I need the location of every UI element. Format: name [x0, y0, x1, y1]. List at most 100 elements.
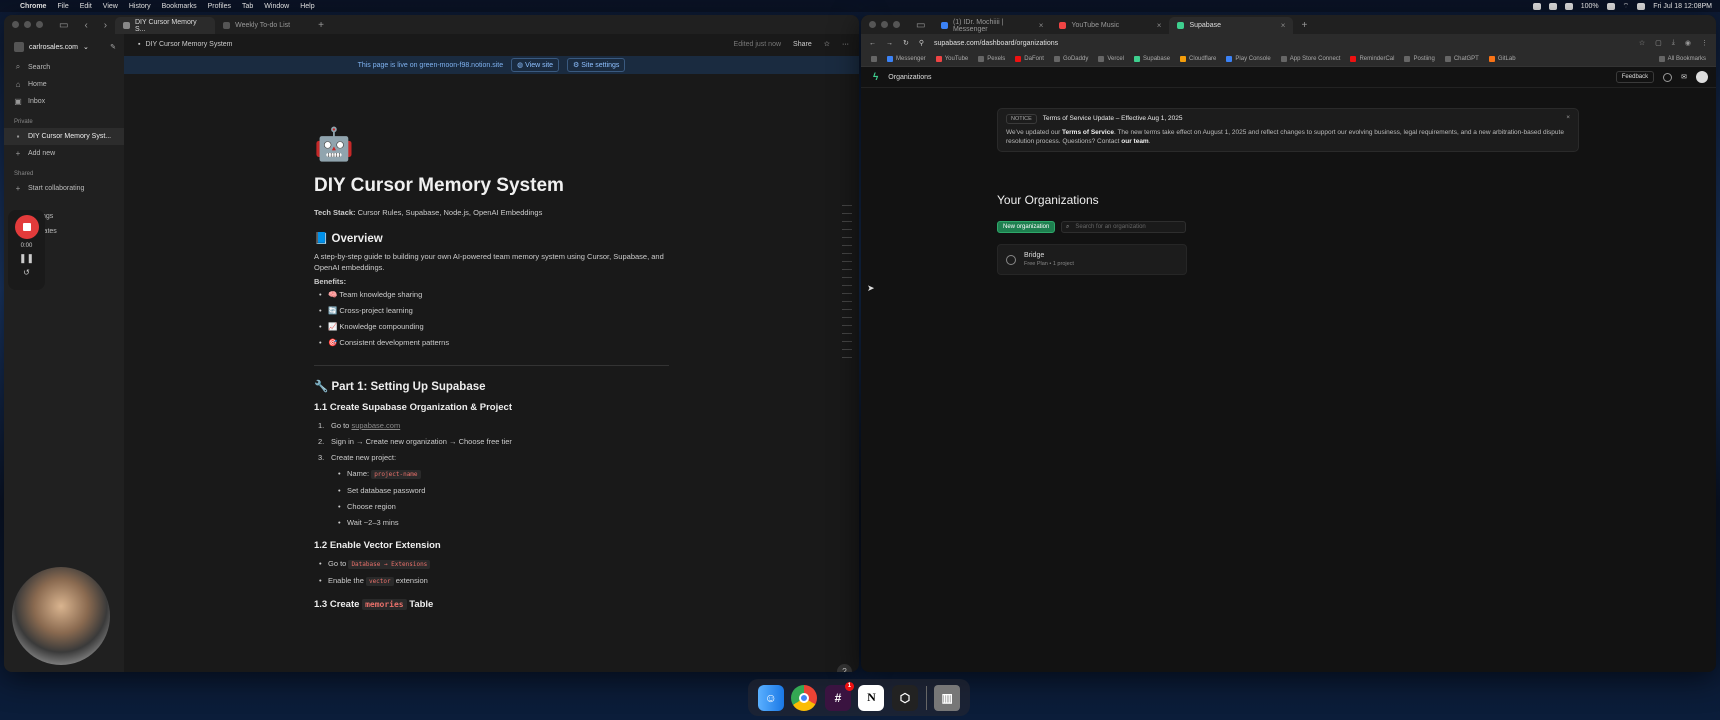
menu-edit[interactable]: Edit	[80, 3, 92, 10]
menu-bookmarks[interactable]: Bookmarks	[162, 3, 197, 10]
workspace-switcher[interactable]: carlrosales.com ⌄ ✎	[4, 34, 124, 58]
list-item[interactable]: 🔄 Cross-project learning	[319, 303, 674, 319]
forward-icon[interactable]: →	[886, 40, 893, 47]
bookmark-item[interactable]: ReminderCal	[1350, 56, 1394, 62]
pause-icon[interactable]: ❚❚	[19, 253, 34, 264]
bookmark-item[interactable]: Play Console	[1226, 56, 1271, 62]
close-tab-icon[interactable]: ×	[1281, 21, 1286, 30]
apps-icon[interactable]	[871, 56, 877, 62]
notification-icon[interactable]	[1548, 2, 1557, 10]
battery-icon[interactable]	[1606, 2, 1615, 10]
sidebar-item-add-new[interactable]: + Add new	[4, 145, 124, 162]
tab-weekly-todo[interactable]: Weekly To-do List	[215, 17, 310, 34]
new-page-icon[interactable]: ✎	[110, 43, 116, 51]
menu-view[interactable]: View	[103, 3, 118, 10]
list-item[interactable]: Enable the vector extension	[319, 573, 674, 590]
maximize-window-button[interactable]	[36, 21, 43, 28]
outline-minimap[interactable]	[842, 205, 852, 365]
heading-1-3[interactable]: 1.3 Create memories Table	[314, 599, 674, 610]
bookmark-item[interactable]: GitLab	[1488, 56, 1516, 62]
contact-team-link[interactable]: our team	[1121, 138, 1148, 145]
new-tab-icon[interactable]: +	[1293, 17, 1315, 34]
bookmark-star-icon[interactable]: ☆	[1639, 39, 1645, 47]
breadcrumb[interactable]: ▪ DIY Cursor Memory System	[138, 41, 232, 48]
dock-finder-icon[interactable]: ☺	[757, 684, 784, 711]
close-window-button[interactable]	[869, 21, 876, 28]
list-item[interactable]: 2. Sign in → Create new organization → Ch…	[318, 434, 674, 450]
dock-notion-icon[interactable]: N	[858, 684, 885, 711]
reload-icon[interactable]: ↻	[903, 39, 909, 47]
sidebar-item-home[interactable]: ⌂ Home	[4, 76, 124, 93]
heading-1-2[interactable]: 1.2 Enable Vector Extension	[314, 540, 674, 551]
bookmark-item[interactable]: ChatGPT	[1444, 56, 1479, 62]
heading-part1[interactable]: 🔧 Part 1: Setting Up Supabase	[314, 379, 674, 393]
site-info-icon[interactable]: ⚲	[919, 39, 924, 47]
dock-chrome-icon[interactable]	[791, 684, 818, 711]
dock-trash-icon[interactable]: ▥	[934, 684, 961, 711]
menu-profiles[interactable]: Profiles	[208, 3, 231, 10]
record-status-icon[interactable]	[1564, 2, 1573, 10]
sidebar-item-inbox[interactable]: ▣ Inbox	[4, 93, 124, 110]
supabase-link[interactable]: supabase.com	[351, 421, 400, 430]
menu-app-name[interactable]: Chrome	[20, 3, 46, 10]
sidebar-item-search[interactable]: ⌕ Search	[4, 58, 124, 76]
page-icon[interactable]: 🤖	[314, 125, 674, 163]
view-site-button[interactable]: ◍ View site	[511, 58, 560, 72]
feedback-button[interactable]: Feedback	[1615, 71, 1655, 83]
forward-icon[interactable]: ›	[96, 17, 115, 34]
close-tab-icon[interactable]: ×	[1157, 21, 1162, 30]
menu-icon[interactable]: ⋮	[1701, 39, 1708, 47]
menu-tab[interactable]: Tab	[242, 3, 253, 10]
back-icon[interactable]: ←	[869, 40, 876, 47]
list-item[interactable]: 📈 Knowledge compounding	[319, 319, 674, 335]
new-tab-icon[interactable]: +	[310, 17, 332, 34]
extensions-icon[interactable]: ▢	[1655, 39, 1662, 47]
profile-icon[interactable]: ◉	[1685, 39, 1691, 47]
stop-recording-button[interactable]	[14, 215, 39, 239]
webcam-bubble[interactable]	[12, 567, 110, 665]
help-icon[interactable]	[1663, 72, 1673, 82]
dock-slack-icon[interactable]: #1	[824, 681, 854, 711]
tab-diy-cursor[interactable]: DIY Cursor Memory S...	[115, 17, 216, 34]
bookmark-item[interactable]: Vercel	[1098, 56, 1124, 62]
heading-1-1[interactable]: 1.1 Create Supabase Organization & Proje…	[314, 402, 674, 413]
menu-clock[interactable]: Fri Jul 18 12:08PM	[1653, 3, 1712, 10]
menu-help[interactable]: Help	[300, 3, 314, 10]
bookmark-item[interactable]: DaFont	[1015, 56, 1044, 62]
bookmark-item[interactable]: Pexels	[978, 56, 1005, 62]
url-input[interactable]: supabase.com/dashboard/organizations	[934, 40, 1058, 47]
tab-search-icon[interactable]: ▭	[908, 17, 933, 34]
list-item[interactable]: 3. Create new project:	[318, 450, 674, 466]
list-item[interactable]: Name: project-name	[338, 466, 674, 483]
list-item[interactable]: Set database password	[338, 483, 674, 499]
bookmark-item[interactable]: GoDaddy	[1053, 56, 1088, 62]
bookmark-item[interactable]: Messenger	[887, 56, 926, 62]
download-icon[interactable]: ⤓	[1672, 39, 1675, 47]
bookmark-item[interactable]: YouTube	[935, 56, 968, 62]
bookmark-item[interactable]: Supabase	[1134, 56, 1170, 62]
bookmark-item[interactable]: App Store Connect	[1280, 56, 1340, 62]
minimize-window-button[interactable]	[24, 21, 31, 28]
list-item[interactable]: 🧠 Team knowledge sharing	[319, 287, 674, 303]
list-item[interactable]: Go to Database → Extensions	[319, 556, 674, 573]
wifi-icon[interactable]: ⌔	[1623, 2, 1630, 11]
star-icon[interactable]: ☆	[824, 40, 830, 48]
list-item[interactable]: 1. Go to supabase.com	[318, 418, 674, 434]
minimize-window-button[interactable]	[881, 21, 888, 28]
more-options-icon[interactable]: ···	[842, 41, 849, 48]
sidebar-item-diy-cursor[interactable]: ▪ DIY Cursor Memory Syst...	[4, 128, 124, 145]
tech-stack-line[interactable]: Tech Stack: Cursor Rules, Supabase, Node…	[314, 207, 674, 218]
new-organization-button[interactable]: New organization	[997, 221, 1056, 233]
close-tab-icon[interactable]: ×	[1039, 21, 1044, 30]
menu-window[interactable]: Window	[264, 3, 289, 10]
tab-messenger[interactable]: (1) IDr. Mochiiii | Messenger ×	[933, 17, 1051, 34]
list-item[interactable]: Wait ~2–3 mins	[338, 515, 674, 531]
share-button[interactable]: Share	[793, 41, 812, 48]
terms-link[interactable]: Terms of Service	[1062, 129, 1114, 136]
status-app-icon[interactable]	[1532, 2, 1541, 10]
benefits-label[interactable]: Benefits:	[314, 276, 674, 287]
sidebar-toggle-icon[interactable]: ▭	[51, 17, 76, 34]
avatar[interactable]	[1696, 71, 1708, 83]
all-bookmarks-button[interactable]: All Bookmarks	[1658, 56, 1716, 62]
back-icon[interactable]: ‹	[76, 17, 95, 34]
